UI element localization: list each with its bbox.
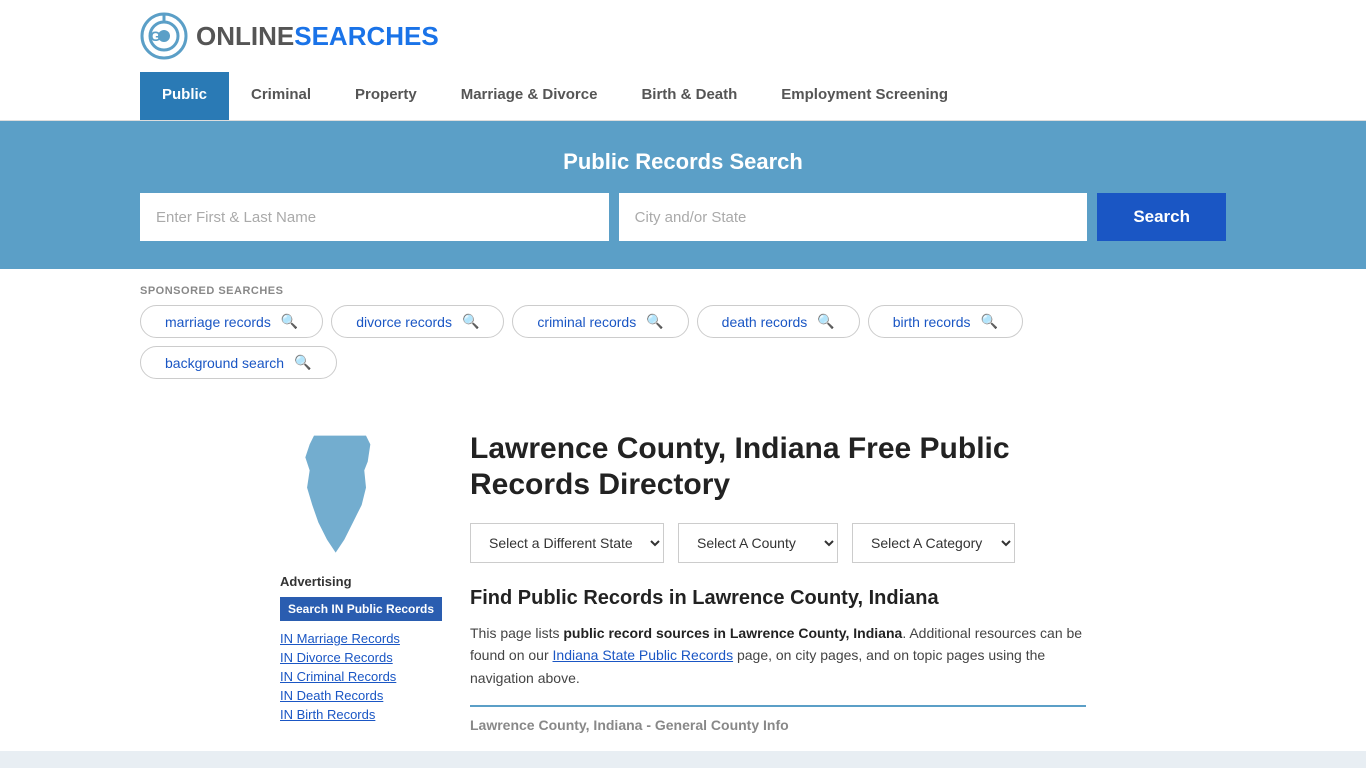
name-input[interactable] xyxy=(140,193,609,241)
sidebar-link-birth[interactable]: IN Birth Records xyxy=(280,707,450,722)
sidebar-link-criminal[interactable]: IN Criminal Records xyxy=(280,669,450,684)
sidebar-link-marriage[interactable]: IN Marriage Records xyxy=(280,631,450,646)
tag-divorce[interactable]: divorce records 🔍 xyxy=(331,305,504,338)
search-icon-background: 🔍 xyxy=(294,354,311,371)
category-dropdown[interactable]: Select A Category xyxy=(852,523,1015,563)
tag-background-label: background search xyxy=(165,355,284,371)
page-title: Lawrence County, Indiana Free Public Rec… xyxy=(470,431,1086,503)
sponsored-label: SPONSORED SEARCHES xyxy=(140,285,1226,297)
search-button[interactable]: Search xyxy=(1097,193,1226,241)
tag-criminal-label: criminal records xyxy=(537,314,636,330)
tag-death-label: death records xyxy=(722,314,808,330)
sidebar-link-death[interactable]: IN Death Records xyxy=(280,688,450,703)
search-icon-birth: 🔍 xyxy=(981,313,998,330)
search-icon-divorce: 🔍 xyxy=(462,313,479,330)
body-paragraph: This page lists public record sources in… xyxy=(470,622,1086,689)
header: G ONLINESEARCHES xyxy=(0,0,1366,72)
sponsored-tags: marriage records 🔍 divorce records 🔍 cri… xyxy=(140,305,1226,379)
nav-property[interactable]: Property xyxy=(333,72,439,120)
nav-marriage-divorce[interactable]: Marriage & Divorce xyxy=(439,72,620,120)
search-icon-death: 🔍 xyxy=(817,313,834,330)
county-info-bar: Lawrence County, Indiana - General Count… xyxy=(470,705,1086,735)
county-info-label: Lawrence County, Indiana - General Count… xyxy=(470,717,789,733)
search-banner: Public Records Search Search xyxy=(0,121,1366,269)
logo-icon: G xyxy=(140,12,188,60)
logo-searches: SEARCHES xyxy=(294,21,438,51)
logo-online: ONLINE xyxy=(196,21,294,51)
tag-background[interactable]: background search 🔍 xyxy=(140,346,337,379)
logo-text: ONLINESEARCHES xyxy=(196,21,439,52)
logo: G ONLINESEARCHES xyxy=(140,12,439,60)
body-text-1: This page lists xyxy=(470,625,563,641)
nav-criminal[interactable]: Criminal xyxy=(229,72,333,120)
tag-marriage[interactable]: marriage records 🔍 xyxy=(140,305,323,338)
county-dropdown[interactable]: Select A County xyxy=(678,523,838,563)
nav-employment[interactable]: Employment Screening xyxy=(759,72,970,120)
tag-birth-label: birth records xyxy=(893,314,971,330)
indiana-map xyxy=(280,427,400,557)
svg-text:G: G xyxy=(150,28,161,44)
search-icon-criminal: 🔍 xyxy=(646,313,663,330)
state-dropdown[interactable]: Select a Different State xyxy=(470,523,664,563)
sidebar-link-divorce[interactable]: IN Divorce Records xyxy=(280,650,450,665)
tag-birth[interactable]: birth records 🔍 xyxy=(868,305,1023,338)
tag-marriage-label: marriage records xyxy=(165,314,271,330)
tag-divorce-label: divorce records xyxy=(356,314,452,330)
advertising-label: Advertising xyxy=(280,574,450,589)
nav-public[interactable]: Public xyxy=(140,72,229,120)
indiana-state-link[interactable]: Indiana State Public Records xyxy=(553,647,734,663)
search-banner-title: Public Records Search xyxy=(140,149,1226,175)
main-area: Advertising Search IN Public Records IN … xyxy=(140,399,1226,751)
sidebar-ad-button[interactable]: Search IN Public Records xyxy=(280,597,442,621)
sidebar: Advertising Search IN Public Records IN … xyxy=(280,399,450,751)
tag-death[interactable]: death records 🔍 xyxy=(697,305,860,338)
main-nav: Public Criminal Property Marriage & Divo… xyxy=(0,72,1366,121)
tag-criminal[interactable]: criminal records 🔍 xyxy=(512,305,688,338)
search-form: Search xyxy=(140,193,1226,241)
dropdowns-row: Select a Different State Select A County… xyxy=(470,523,1086,563)
search-icon-marriage: 🔍 xyxy=(281,313,298,330)
main-content: Lawrence County, Indiana Free Public Rec… xyxy=(470,399,1086,751)
location-input[interactable] xyxy=(619,193,1088,241)
section-heading: Find Public Records in Lawrence County, … xyxy=(470,587,1086,610)
nav-birth-death[interactable]: Birth & Death xyxy=(619,72,759,120)
body-bold: public record sources in Lawrence County… xyxy=(563,625,902,641)
